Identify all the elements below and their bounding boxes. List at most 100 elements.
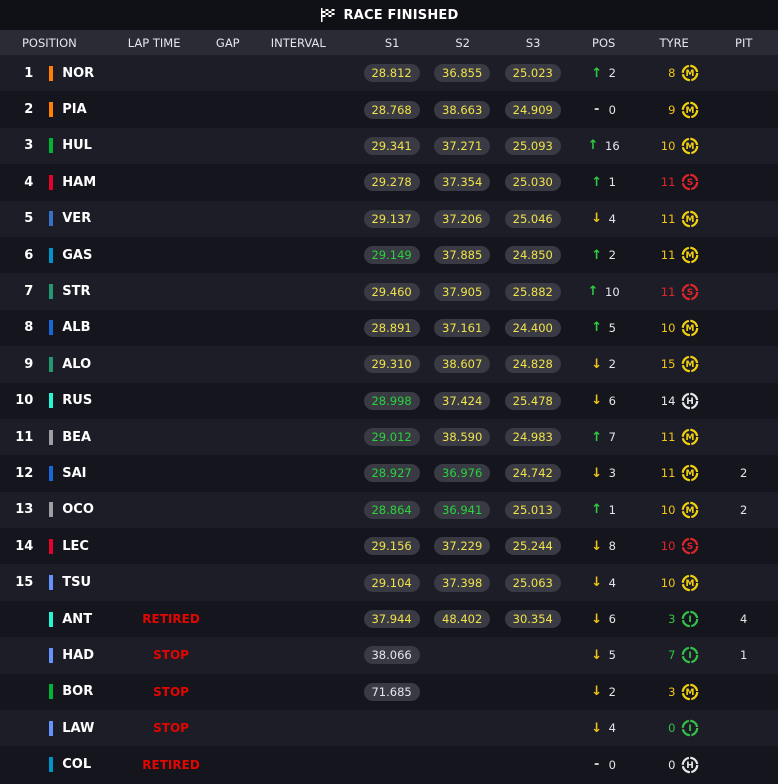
table-row[interactable]: 3 HUL 29.341 37.271 25.093 ↑ 16 10 M [0, 127, 778, 165]
header-tyre[interactable]: TYRE [639, 36, 710, 50]
position-change-icon: ↓ [591, 684, 603, 700]
header-pos[interactable]: POS [568, 36, 639, 50]
driver-code: VER [62, 211, 92, 227]
sector-3-time: 25.013 [504, 500, 561, 519]
position-change-value: 8 [608, 539, 616, 554]
table-row[interactable]: 8 ALB 28.891 37.161 24.400 ↑ 5 10 M [0, 309, 778, 347]
sector-2-cell: 37.398 [427, 573, 498, 592]
position-change-icon: ↓ [591, 720, 603, 736]
tyre-compound-icon: S [682, 283, 699, 300]
results-table: 1 NOR 28.812 36.855 25.023 ↑ 2 8 M 2 PIA… [0, 55, 778, 783]
sector-3-cell: 25.013 [497, 500, 568, 519]
sector-2-time: 38.590 [434, 428, 491, 447]
position-change-icon: ↓ [591, 393, 603, 409]
position-change-value: 16 [605, 138, 620, 153]
team-color-bar [49, 647, 54, 663]
position-change-value: 6 [608, 393, 616, 408]
table-row[interactable]: BOR STOP 71.685 ↓ 2 3 M [0, 673, 778, 711]
tyre-cell: 7 I [639, 646, 710, 664]
table-row[interactable]: 15 TSU 29.104 37.398 25.063 ↓ 4 10 M [0, 564, 778, 601]
table-row[interactable]: 10 RUS 28.998 37.424 25.478 ↓ 6 14 H [0, 382, 778, 419]
position-change: - 0 [568, 757, 639, 772]
tyre-compound-icon: M [682, 428, 699, 446]
tyre-compound-icon: S [682, 537, 699, 555]
sector-2-time: 36.855 [434, 64, 491, 83]
lap-time-status: STOP [153, 648, 189, 663]
sector-3-cell: 25.244 [497, 537, 568, 556]
sector-3-time: 25.882 [504, 282, 561, 301]
sector-3-cell: 25.063 [497, 573, 568, 592]
position-change: ↑ 10 [568, 284, 639, 299]
header-s3[interactable]: S3 [498, 36, 569, 50]
table-row[interactable]: 13 OCO 28.864 36.941 25.013 ↑ 1 10 M 2 [0, 491, 778, 529]
table-row[interactable]: 12 SAI 28.927 36.976 24.742 ↓ 3 11 M 2 [0, 455, 778, 492]
table-header: POSITION LAP TIME GAP INTERVAL S1 S2 S3 … [0, 30, 778, 55]
tyre-cell: 11 M [639, 246, 710, 264]
tyre-cell: 11 S [639, 173, 710, 191]
tyre-compound-icon: M [682, 64, 699, 82]
position-change-icon: ↑ [591, 247, 603, 263]
header-pit[interactable]: PIT [709, 36, 778, 50]
header-interval[interactable]: INTERVAL [271, 36, 357, 50]
sector-3-time: 25.023 [504, 64, 561, 83]
position-change: - 0 [568, 102, 639, 117]
sector-2-cell: 37.424 [427, 391, 498, 410]
driver-code: PIA [62, 102, 87, 118]
svg-text:M: M [686, 361, 695, 371]
sector-1-time: 29.460 [363, 282, 420, 301]
sector-3-cell: 30.354 [497, 610, 568, 629]
sector-1-cell: 28.768 [356, 100, 427, 119]
table-row[interactable]: LAW STOP ↓ 4 0 I [0, 710, 778, 747]
table-row[interactable]: 14 LEC 29.156 37.229 25.244 ↓ 8 10 S [0, 528, 778, 565]
svg-text:H: H [687, 761, 695, 771]
tyre-age: 10 [660, 138, 676, 153]
position-number: 15 [15, 575, 34, 591]
sector-3-cell: 25.046 [497, 209, 568, 228]
sector-1-cell: 29.137 [356, 209, 427, 228]
position-change: ↓ 8 [568, 539, 639, 554]
table-row[interactable]: 1 NOR 28.812 36.855 25.023 ↑ 2 8 M [0, 55, 778, 92]
header-s1[interactable]: S1 [357, 36, 428, 50]
table-row[interactable]: HAD STOP 38.066 ↓ 5 7 I 1 [0, 637, 778, 674]
tyre-age: 3 [668, 684, 676, 699]
tyre-age: 11 [660, 211, 676, 226]
team-color-bar [49, 720, 54, 736]
header-lap-time[interactable]: LAP TIME [128, 36, 216, 50]
svg-text:I: I [689, 724, 692, 734]
team-color-bar [49, 211, 54, 227]
position-change-icon: - [593, 102, 600, 118]
sector-3-time: 25.063 [504, 573, 561, 592]
tyre-age: 11 [660, 175, 676, 190]
header-s2[interactable]: S2 [427, 36, 498, 50]
sector-1-time: 29.278 [363, 173, 420, 192]
table-row[interactable]: COL RETIRED - 0 0 H [0, 746, 778, 783]
pit-stops: 4 [740, 612, 748, 627]
driver-code: BEA [62, 429, 92, 445]
tyre-cell: 0 I [639, 719, 710, 737]
table-row[interactable]: 11 BEA 29.012 38.590 24.983 ↑ 7 11 M [0, 418, 778, 456]
sector-2-time: 37.885 [434, 246, 491, 265]
sector-2-cell: 36.855 [427, 64, 498, 83]
table-row[interactable]: ANT RETIRED 37.944 48.402 30.354 ↓ 6 3 I… [0, 600, 778, 638]
tyre-age: 10 [660, 320, 676, 335]
position-change: ↑ 5 [568, 320, 639, 335]
sector-1-time: 28.864 [363, 500, 420, 519]
table-row[interactable]: 9 ALO 29.310 38.607 24.828 ↓ 2 15 M [0, 346, 778, 383]
header-position[interactable]: POSITION [0, 36, 128, 50]
position-change-value: 5 [608, 648, 616, 663]
table-row[interactable]: 4 HAM 29.278 37.354 25.030 ↑ 1 11 S [0, 164, 778, 201]
sector-3-time: 24.742 [504, 464, 561, 483]
tyre-cell: 10 S [639, 537, 710, 555]
sector-1-time: 28.768 [363, 100, 420, 119]
svg-text:I: I [689, 615, 692, 625]
sector-1-time: 28.891 [363, 318, 420, 337]
table-row[interactable]: 6 GAS 29.149 37.885 24.850 ↑ 2 11 M [0, 236, 778, 274]
header-gap[interactable]: GAP [216, 36, 271, 50]
table-row[interactable]: 2 PIA 28.768 38.663 24.909 - 0 9 M [0, 91, 778, 128]
driver-code: ALB [62, 320, 91, 336]
table-row[interactable]: 5 VER 29.137 37.206 25.046 ↓ 4 11 M [0, 200, 778, 237]
sector-1-time: 29.104 [363, 573, 420, 592]
driver-code: GAS [62, 247, 93, 263]
position-change-icon: ↓ [591, 465, 603, 481]
table-row[interactable]: 7 STR 29.460 37.905 25.882 ↑ 10 11 S [0, 273, 778, 310]
